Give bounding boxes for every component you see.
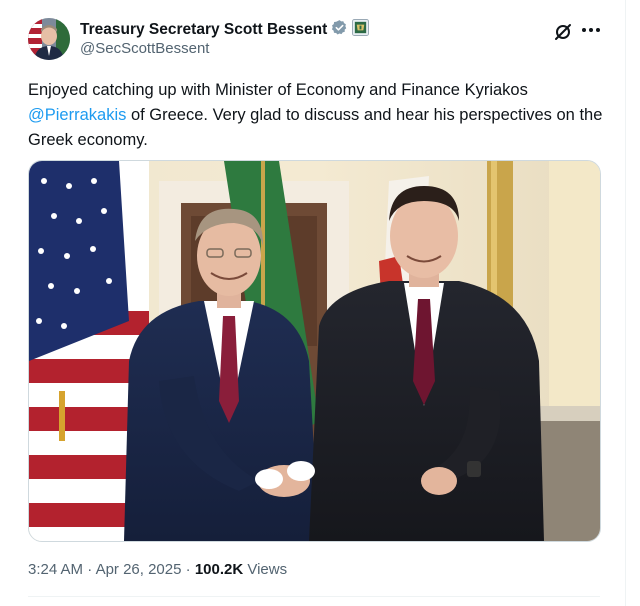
tweet-meta: 3:24 AM · Apr 26, 2025 · 100.2K Views xyxy=(28,561,287,578)
author-name[interactable]: Treasury Secretary Scott Bessent xyxy=(80,21,327,39)
meta-separator: · xyxy=(185,561,191,578)
avatar[interactable] xyxy=(28,18,70,60)
tweet-photo[interactable] xyxy=(28,160,601,542)
tweet-card: Treasury Secretary Scott Bessent @SecSco… xyxy=(0,0,640,606)
grok-icon[interactable] xyxy=(553,22,573,42)
photo-image xyxy=(29,161,600,541)
divider xyxy=(625,0,626,606)
tweet-text-part1: Enjoyed catching up with Minister of Eco… xyxy=(28,81,528,99)
mention-link[interactable]: @Pierrakakis xyxy=(28,106,126,124)
tweet-date[interactable]: Apr 26, 2025 xyxy=(96,561,182,578)
divider xyxy=(28,596,600,597)
author-handle[interactable]: @SecScottBessent xyxy=(80,40,209,57)
gray-check-badge-icon xyxy=(331,19,348,41)
avatar-image xyxy=(28,18,70,60)
tweet-time[interactable]: 3:24 AM xyxy=(28,561,83,578)
views-label: Views xyxy=(247,561,288,578)
more-dots-icon[interactable] xyxy=(580,20,602,40)
tweet-text: Enjoyed catching up with Minister of Eco… xyxy=(28,78,608,153)
meta-separator: · xyxy=(87,561,93,578)
author-name-row[interactable]: Treasury Secretary Scott Bessent xyxy=(80,19,370,41)
treasury-seal-icon xyxy=(352,19,370,41)
views-count: 100.2K xyxy=(194,561,244,578)
